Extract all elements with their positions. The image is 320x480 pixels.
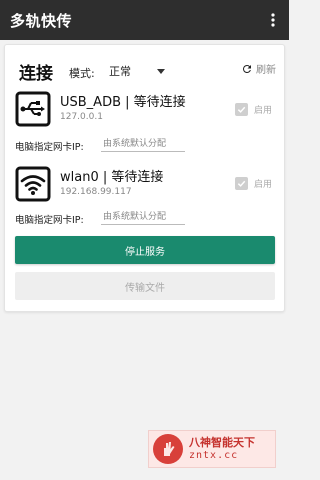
connection-title: 连接	[19, 64, 53, 84]
device-address-wlan: 192.168.99.117	[60, 187, 132, 197]
mode-label: 模式:	[69, 67, 95, 80]
enable-toggle-usb[interactable]: 启用	[234, 103, 272, 116]
refresh-label: 刷新	[256, 65, 276, 76]
wifi-icon	[15, 166, 51, 202]
mode-dropdown[interactable]: 正常	[109, 61, 171, 81]
watermark: 八神智能天下 zntx.cc	[148, 430, 276, 468]
ip-label-usb: 电脑指定网卡IP:	[15, 142, 84, 153]
app-title: 多轨快传	[10, 11, 73, 30]
ip-input-usb[interactable]	[101, 137, 185, 152]
enable-label-usb: 启用	[253, 106, 272, 116]
checkbox-icon	[234, 103, 248, 116]
more-vert-icon[interactable]	[267, 10, 279, 30]
device-name-usb: USB_ADB | 等待连接	[60, 95, 186, 110]
hand-logo-icon	[153, 434, 183, 464]
watermark-url: zntx.cc	[189, 449, 239, 461]
stop-service-button[interactable]: 停止服务	[15, 236, 275, 264]
watermark-title: 八神智能天下	[189, 435, 255, 449]
ip-label-wlan: 电脑指定网卡IP:	[15, 215, 84, 226]
device-address-usb: 127.0.0.1	[60, 112, 103, 122]
refresh-button[interactable]: 刷新	[241, 61, 276, 76]
enable-label-wlan: 启用	[253, 180, 272, 190]
connection-card: 连接 模式: 正常 刷新 USB_ADB | 等待连接 127.0.0.1 启用…	[4, 44, 285, 312]
ip-input-wlan[interactable]	[101, 210, 185, 225]
enable-toggle-wlan[interactable]: 启用	[234, 177, 272, 190]
chevron-down-icon	[157, 68, 165, 74]
app-bar: 多轨快传	[0, 0, 289, 40]
transfer-files-button[interactable]: 传输文件	[15, 272, 275, 300]
usb-icon	[15, 91, 51, 127]
refresh-icon	[242, 64, 251, 73]
checkbox-icon	[234, 177, 248, 190]
device-name-wlan: wlan0 | 等待连接	[60, 170, 164, 185]
mode-value: 正常	[109, 65, 131, 78]
